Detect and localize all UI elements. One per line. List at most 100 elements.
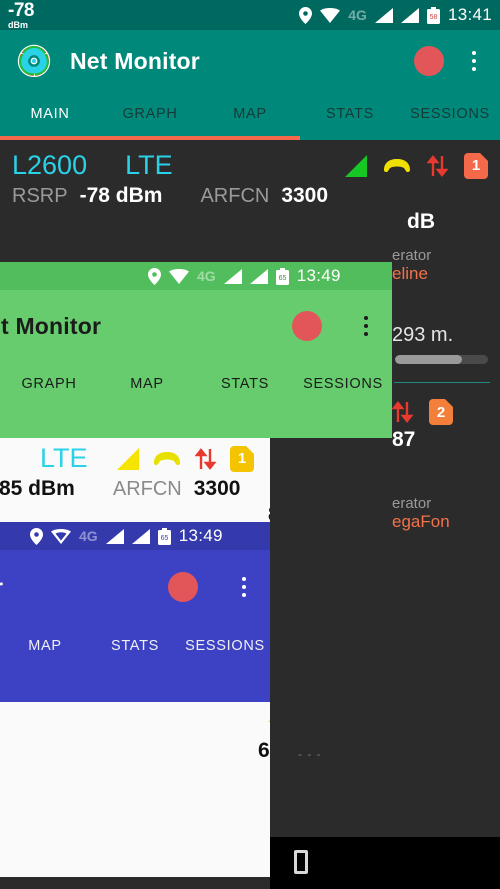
screenshot-layer-green: 4G 65 13:49 et Monitor GRAPH MAP STATS S… [0, 262, 392, 438]
sim-slot-chip-2: 2 [429, 399, 453, 425]
cell-kv-row-white-2: 662 [0, 738, 270, 764]
wifi-icon [320, 7, 341, 23]
tab-stats[interactable]: STATS [196, 376, 294, 392]
tab-map[interactable]: MAP [98, 376, 196, 392]
network-type-label: 4G [197, 268, 216, 284]
record-button[interactable] [292, 311, 322, 341]
svg-text:65: 65 [160, 535, 168, 542]
data-updown-arrows-icon [427, 154, 449, 177]
signal-triangle-yellow-icon [268, 700, 270, 722]
cell-kv-row: RSRP -78 dBm ARFCN 3300 [0, 183, 500, 209]
clock: 13:41 [447, 5, 492, 24]
battery-icon: 65 [275, 267, 289, 285]
arfcn-label: ARFCN [200, 185, 270, 207]
signal-bars-icon [374, 7, 393, 23]
tab-indicator-track [0, 136, 500, 140]
signal-bars-icon [249, 268, 268, 284]
battery-icon: 65 [157, 527, 171, 545]
cell-header-row: L2600 LTE 1 [0, 146, 500, 183]
tab-sessions[interactable]: SESSIONS [180, 638, 270, 654]
svg-text:58: 58 [430, 14, 438, 21]
operator-value-partial: eline [392, 264, 428, 283]
signal-bars-icon [105, 528, 124, 544]
svg-text:65: 65 [278, 275, 286, 282]
network-type-label: 4G [348, 7, 367, 23]
arfcn-label: ARFCN [112, 478, 182, 500]
rsrp-value: -78 dBm [79, 184, 163, 207]
signal-triangle-green-icon [345, 154, 367, 177]
call-handset-icon [154, 451, 180, 465]
signal-bars-icon [131, 528, 150, 544]
rat-label: LTE [40, 443, 88, 473]
wifi-icon [51, 528, 71, 544]
signal-bars-icon [223, 268, 242, 284]
network-type-label: 4G [79, 528, 98, 544]
status-bar-blue: 4G 65 13:49 [0, 522, 270, 550]
app-bar-blue: r [0, 550, 270, 624]
tab-bar: MAIN GRAPH MAP STATS SESSIONS [0, 92, 500, 136]
tab-stats[interactable]: STATS [90, 638, 180, 654]
operator-label-partial-2: erator [392, 495, 432, 512]
overflow-menu-icon[interactable] [354, 316, 378, 336]
location-pin-icon [30, 527, 43, 545]
tab-graph[interactable]: GRAPH [100, 106, 200, 122]
app-bar: Net Monitor [0, 30, 500, 92]
cell-header-row-white: LTE 1 [0, 437, 270, 476]
status-bar-green: 4G 65 13:49 [0, 262, 392, 290]
record-button[interactable] [168, 572, 198, 602]
radiation-logo-icon [17, 44, 51, 77]
signal-strength-badge: -78 dBm [8, 1, 34, 30]
divider [394, 382, 490, 383]
operator-label-partial: erator [392, 247, 432, 264]
wifi-icon [169, 268, 189, 284]
app-bar-green: et Monitor [0, 290, 392, 362]
clock: 13:49 [178, 526, 223, 545]
tab-main[interactable]: MAIN [0, 106, 100, 122]
status-bar: -78 dBm 4G 58 13:41 [0, 0, 500, 30]
tab-stats[interactable]: STATS [300, 106, 400, 122]
screenshot-layer-blue: 4G 65 13:49 r MAP STATS SESSIONS [0, 522, 270, 702]
tab-bar-green: GRAPH MAP STATS SESSIONS [0, 362, 392, 406]
location-pin-icon [148, 267, 161, 285]
clock: 13:49 [296, 266, 341, 285]
call-handset-icon [384, 158, 410, 172]
cell-kv-row-behind: dB [0, 209, 500, 235]
data-updown-arrows-icon [392, 401, 414, 423]
tab-sessions[interactable]: SESSIONS [400, 106, 500, 122]
rsrp-label: RSRP [12, 185, 68, 207]
cell2-value-partial: 87 [392, 428, 416, 451]
page-title: Net Monitor [70, 47, 200, 74]
signal-badge-value: -78 [8, 0, 34, 21]
data-updown-arrows-icon [195, 447, 217, 470]
signal-bars-icon [400, 7, 419, 23]
tab-map[interactable]: MAP [0, 638, 90, 654]
signal-progress-bar [395, 355, 488, 364]
dashed-marker: - - - [298, 747, 322, 761]
rsrq-value-partial: dB [407, 210, 435, 233]
tab-indicator-active [0, 136, 300, 140]
arfcn-value: 3300 [281, 184, 329, 207]
rsrp-value: -85 dBm [0, 477, 75, 500]
overflow-menu-icon[interactable] [462, 51, 486, 71]
signal-triangle-yellow-icon [117, 447, 139, 470]
band-label: L2600 [12, 150, 88, 180]
page-title-partial: et Monitor [0, 312, 102, 339]
phone-screen: -78 dBm 4G 58 13:41 Net Monitor MAIN GRA… [0, 0, 500, 889]
tab-sessions[interactable]: SESSIONS [294, 376, 392, 392]
sim-slot-chip: 1 [230, 445, 254, 472]
cell2-value-partial: 662 [258, 739, 270, 762]
record-button[interactable] [414, 46, 444, 76]
tab-bar-blue: MAP STATS SESSIONS [0, 624, 270, 668]
android-nav-bar [270, 837, 500, 889]
battery-icon: 58 [426, 6, 440, 24]
tab-indicator-rest [300, 136, 500, 140]
arfcn-value: 3300 [193, 477, 241, 500]
cell-kv-row-white: -85 dBm ARFCN 3300 [0, 476, 270, 502]
page-title-partial: r [0, 574, 3, 601]
rat-label: LTE [125, 150, 173, 180]
tab-graph[interactable]: GRAPH [0, 376, 98, 392]
tab-map[interactable]: MAP [200, 106, 300, 122]
recents-square-icon[interactable] [294, 850, 308, 874]
overflow-menu-icon[interactable] [232, 577, 256, 597]
sim-slot-chip: 1 [464, 152, 488, 179]
